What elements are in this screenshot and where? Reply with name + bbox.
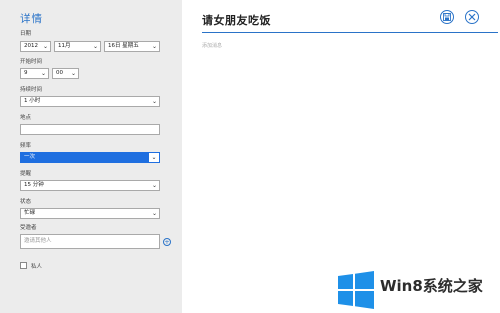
details-heading: 详情 xyxy=(20,13,43,25)
frequency-value: 一次 xyxy=(24,154,36,160)
year-value: 2012 xyxy=(24,43,38,49)
hour-value: 9 xyxy=(24,70,28,76)
status-select[interactable]: 忙碌 ⌄ xyxy=(20,208,160,219)
duration-value: 1 小时 xyxy=(24,98,41,104)
reminder-label: 提醒 xyxy=(20,171,32,177)
status-value: 忙碌 xyxy=(24,210,36,216)
minute-value: 00 xyxy=(56,70,63,76)
location-label: 地点 xyxy=(20,115,32,121)
day-value: 16日 星期五 xyxy=(108,43,139,49)
save-button[interactable] xyxy=(440,10,454,24)
day-select[interactable]: 16日 星期五 ⌄ xyxy=(104,41,160,52)
month-value: 11月 xyxy=(58,43,71,49)
location-input[interactable] xyxy=(20,124,160,135)
frequency-select[interactable]: 一次 ⌄ xyxy=(20,152,160,163)
chevron-down-icon: ⌄ xyxy=(42,43,48,50)
hour-select[interactable]: 9 ⌄ xyxy=(20,68,49,79)
duration-label: 持续时间 xyxy=(20,87,43,93)
duration-select[interactable]: 1 小时 ⌄ xyxy=(20,96,160,107)
title-divider xyxy=(202,32,498,33)
reminder-select[interactable]: 15 分钟 ⌄ xyxy=(20,180,160,191)
chevron-down-icon: ⌄ xyxy=(151,210,157,217)
chevron-down-icon: ⌄ xyxy=(151,43,157,50)
invitees-input[interactable]: 邀请其他人 xyxy=(20,234,160,249)
chevron-down-icon: ⌄ xyxy=(149,153,159,162)
close-button[interactable] xyxy=(465,10,479,24)
save-icon xyxy=(443,13,451,21)
details-panel: 详情 日期 2012 ⌄ 11月 ⌄ 16日 星期五 ⌄ 开始时间 9 ⌄ 00 ⌄ 持续… xyxy=(0,0,182,313)
chevron-down-icon: ⌄ xyxy=(151,182,157,189)
private-checkbox[interactable] xyxy=(20,262,27,269)
minute-select[interactable]: 00 ⌄ xyxy=(52,68,79,79)
watermark-text: Win8系统之家 xyxy=(380,277,483,295)
reminder-value: 15 分钟 xyxy=(24,182,44,188)
message-input[interactable]: 添加消息 xyxy=(202,42,222,49)
watermark: Win8系统之家 xyxy=(336,267,500,313)
close-icon xyxy=(468,13,476,21)
invitees-label: 受邀者 xyxy=(20,225,37,231)
date-label: 日期 xyxy=(20,31,32,37)
frequency-label: 频率 xyxy=(20,143,32,149)
event-title[interactable]: 请女朋友吃饭 xyxy=(202,12,271,28)
chevron-down-icon: ⌄ xyxy=(40,70,46,77)
chevron-down-icon: ⌄ xyxy=(70,70,76,77)
start-time-label: 开始时间 xyxy=(20,59,43,65)
year-select[interactable]: 2012 ⌄ xyxy=(20,41,51,52)
chevron-down-icon: ⌄ xyxy=(92,43,98,50)
windows-logo-icon xyxy=(338,271,374,309)
private-label: 私人 xyxy=(31,264,43,270)
chevron-down-icon: ⌄ xyxy=(151,98,157,105)
status-label: 状态 xyxy=(20,199,32,205)
month-select[interactable]: 11月 ⌄ xyxy=(54,41,101,52)
plus-icon[interactable]: + xyxy=(163,238,171,246)
